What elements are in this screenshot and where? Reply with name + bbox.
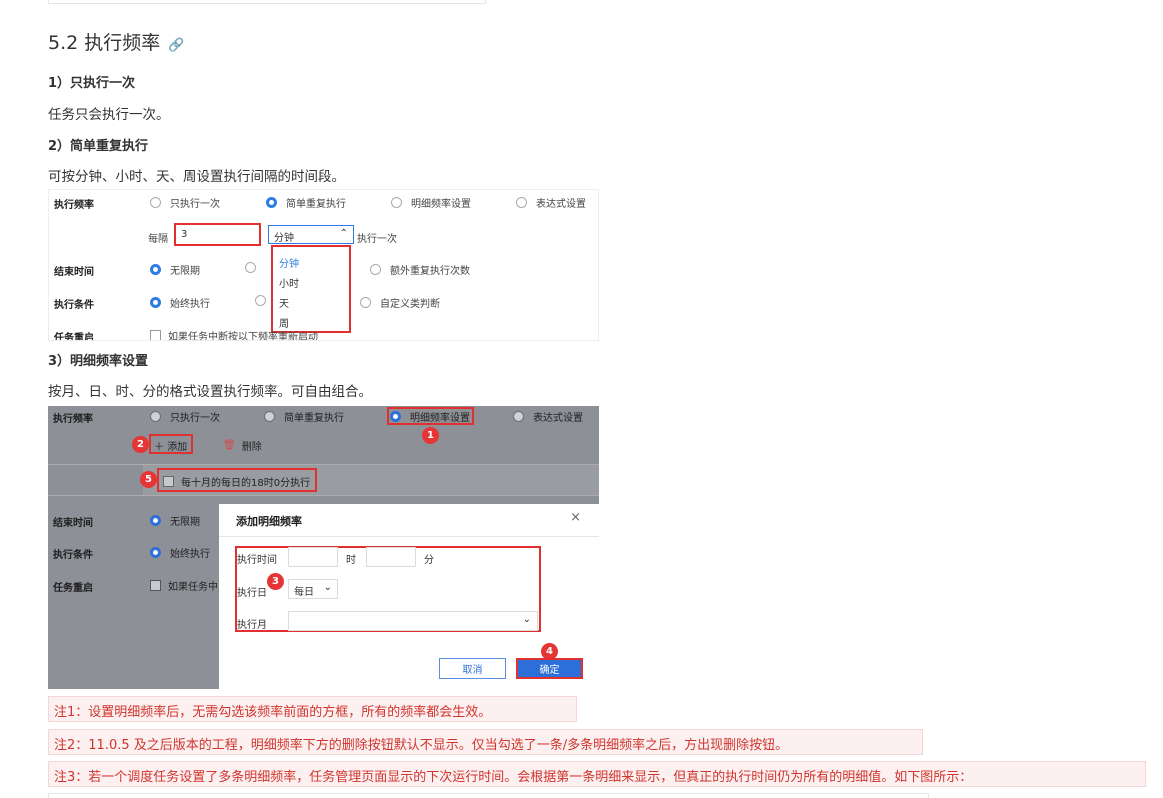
frequency-item[interactable]: 每十月的每日的18时0分执行 (157, 468, 317, 492)
day-select[interactable]: 每日 ⌄ (288, 579, 338, 599)
chevron-down-icon: ⌄ (522, 614, 531, 625)
note-3: 注3：若一个调度任务设置了多条明细频率，任务管理页面显示的下次运行时间。会根据第… (48, 761, 1146, 787)
label-exec-frequency: 执行频率 (54, 200, 94, 211)
restart-checkbox[interactable]: 如果任务中断按以下频率重新启动 (150, 328, 318, 340)
label-exec-frequency: 执行频率 (53, 414, 93, 425)
minute-input[interactable] (366, 547, 416, 567)
label-task-restart: 任务重启 (53, 583, 93, 594)
radio-simple[interactable]: 简单重复执行 (266, 195, 346, 210)
badge-5: 5 (140, 471, 157, 488)
minute-unit: 分 (424, 555, 434, 566)
radio-end-unlimited[interactable]: 无限期 (150, 513, 200, 528)
trash-icon: 🗑 (223, 440, 236, 451)
dialog-title: 添加明细频率 (236, 515, 302, 528)
label-end-time: 结束时间 (54, 267, 94, 278)
delete-button[interactable]: 🗑 删除 (223, 438, 262, 453)
confirm-button[interactable]: 确定 (516, 658, 583, 679)
radio-detail[interactable]: 明细频率设置 (391, 195, 471, 210)
paragraph-once: 任务只会执行一次。 (48, 107, 170, 123)
add-button[interactable]: ＋ 添加 (149, 434, 193, 454)
radio-cond-custom[interactable]: 自定义类判断 (360, 295, 440, 310)
paragraph-simple: 可按分钟、小时、天、周设置执行间隔的时间段。 (48, 169, 345, 185)
exec-month-label: 执行月 (237, 620, 267, 631)
unit-option-hour[interactable]: 小时 (279, 275, 299, 290)
radio-detail[interactable]: 明细频率设置 (390, 409, 470, 424)
heading-detail: 3）明细频率设置 (48, 354, 149, 369)
next-image-frame (48, 793, 929, 798)
exec-time-label: 执行时间 (237, 555, 277, 566)
cancel-button[interactable]: 取消 (439, 658, 506, 679)
badge-2: 2 (132, 436, 149, 453)
link-icon[interactable]: 🔗 (168, 38, 184, 53)
unit-option-minute[interactable]: 分钟 (279, 255, 299, 270)
exec-once-suffix: 执行一次 (357, 234, 397, 245)
chevron-up-icon: ⌃ (339, 228, 348, 239)
section-title: 5.2 执行频率 🔗 (48, 32, 185, 54)
radio-end-other[interactable] (245, 262, 265, 273)
radio-cond-other[interactable] (255, 295, 275, 306)
radio-once[interactable]: 只执行一次 (150, 409, 220, 424)
radio-end-extra[interactable]: 额外重复执行次数 (370, 262, 470, 277)
interval-input[interactable]: 3 (174, 223, 261, 246)
detail-frequency-screenshot: 执行频率 只执行一次 简单重复执行 明细频率设置 表达式设置 1 2 ＋ 添加 … (48, 406, 599, 689)
heading-once: 1）只执行一次 (48, 76, 136, 91)
unit-option-day[interactable]: 天 (279, 295, 289, 310)
exec-day-label: 执行日 (237, 588, 267, 599)
radio-cond-always[interactable]: 始终执行 (150, 545, 210, 560)
badge-1: 1 (422, 427, 439, 444)
month-select[interactable]: ⌄ (288, 611, 538, 631)
chevron-down-icon: ⌄ (323, 582, 332, 593)
radio-expression[interactable]: 表达式设置 (516, 195, 586, 210)
hour-input[interactable] (288, 547, 338, 567)
close-icon[interactable]: × (570, 510, 581, 525)
hour-unit: 时 (346, 555, 356, 566)
radio-simple[interactable]: 简单重复执行 (264, 409, 344, 424)
previous-image-frame (48, 0, 486, 4)
radio-cond-always[interactable]: 始终执行 (150, 295, 210, 310)
radio-once[interactable]: 只执行一次 (150, 195, 220, 210)
note-2: 注2：11.0.5 及之后版本的工程，明细频率下方的删除按钮默认不显示。仅当勾选… (48, 729, 923, 755)
unit-select[interactable]: 分钟 ⌃ (268, 225, 354, 244)
radio-expression[interactable]: 表达式设置 (513, 409, 583, 424)
label-exec-condition: 执行条件 (53, 550, 93, 561)
heading-simple: 2）简单重复执行 (48, 139, 149, 154)
radio-end-unlimited[interactable]: 无限期 (150, 262, 200, 277)
simple-repeat-screenshot: 执行频率 只执行一次 简单重复执行 明细频率设置 表达式设置 每隔 3 分钟 ⌃ … (48, 189, 599, 341)
note-1: 注1：设置明细频率后，无需勾选该频率前面的方框，所有的频率都会生效。 (48, 696, 577, 722)
label-exec-condition: 执行条件 (54, 300, 94, 311)
plus-icon: ＋ (154, 442, 164, 453)
paragraph-detail: 按月、日、时、分的格式设置执行频率。可自由组合。 (48, 384, 372, 400)
unit-dropdown-list: 分钟 小时 天 周 (271, 245, 351, 333)
label-task-restart: 任务重启 (54, 333, 94, 341)
restart-checkbox[interactable]: 如果任务中 (150, 578, 218, 593)
every-label: 每隔 (148, 234, 168, 245)
add-detail-frequency-dialog: 添加明细频率 × 3 执行时间 时 分 执行日 每日 ⌄ 执行月 ⌄ 取消 4 确… (219, 504, 599, 689)
label-end-time: 结束时间 (53, 518, 93, 529)
badge-3: 3 (267, 573, 284, 590)
